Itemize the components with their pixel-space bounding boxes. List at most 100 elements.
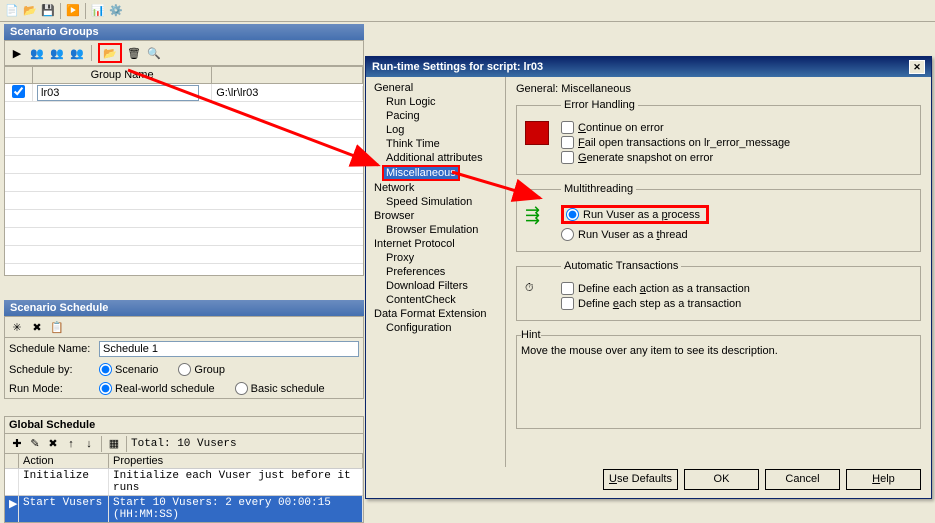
multithreading-legend: Multithreading [561,183,636,195]
scenario-schedule-title: Scenario Schedule [4,300,364,316]
add-script-icon: 📂 [102,45,118,61]
tree-browser-emulation[interactable]: Browser Emulation [366,223,505,237]
tree-log[interactable]: Log [366,123,505,137]
table-row[interactable]: G:\lr\lr03 [5,84,363,102]
open-icon[interactable]: 📂 [22,3,38,19]
help-button[interactable]: Help [846,469,921,490]
radio-scenario[interactable]: Scenario [99,363,158,376]
duplicate-schedule-icon[interactable]: 📋 [49,319,65,335]
hint-legend: Hint [521,329,541,341]
run-mode-label: Run Mode: [9,383,99,395]
group-name-input[interactable] [37,85,199,101]
tree-speed-simulation[interactable]: Speed Simulation [366,195,505,209]
new-schedule-icon[interactable]: ✳ [9,319,25,335]
tree-download-filters[interactable]: Download Filters [366,279,505,293]
play-icon[interactable]: ▶ [9,45,25,61]
settings-content: General: Miscellaneous Error Handling CC… [506,77,931,467]
new-icon[interactable]: 📄 [4,3,20,19]
vusers-icon[interactable]: 👥 [29,45,45,61]
error-handling-group: Error Handling CContinue on errorontinue… [516,99,921,175]
tree-network[interactable]: Network [366,181,505,195]
snapshot-checkbox[interactable] [561,151,574,164]
tree-internet-protocol[interactable]: Internet Protocol [366,237,505,251]
tree-proxy[interactable]: Proxy [366,251,505,265]
vusers-red-icon[interactable]: 👥 [69,45,85,61]
scenario-schedule-panel: Scenario Schedule ✳ ✖ 📋 Schedule Name: S… [4,300,364,399]
script-path-cell: G:\lr\lr03 [212,86,363,100]
remove-icon[interactable]: 🗑 [126,45,142,61]
analyze-icon[interactable]: 📊 [90,3,106,19]
grid-icon[interactable]: ▦ [106,436,122,452]
row-checkbox[interactable] [12,85,25,98]
up-icon[interactable]: ↑ [63,436,79,452]
schedule-name-label: Schedule Name: [9,343,99,355]
tree-browser[interactable]: Browser [366,209,505,223]
col-group-name: Group Name [33,67,212,83]
auto-trans-icon: ⏱ [525,282,549,306]
runtime-settings-dialog: Run-time Settings for script: lr03 ✕ Gen… [365,56,932,499]
total-vusers: Total: 10 Vusers [131,438,237,450]
dialog-title-text: Run-time Settings for script: lr03 [372,61,543,73]
col-properties: Properties [109,454,363,468]
details-icon[interactable]: 🔍 [146,45,162,61]
fail-open-checkbox[interactable] [561,136,574,149]
add-script-button[interactable]: 📂 [98,43,122,63]
table-row[interactable]: Initialize Initialize each Vuser just be… [5,468,363,495]
radio-basic[interactable]: Basic schedule [235,382,325,395]
tree-data-format[interactable]: Data Format Extension [366,307,505,321]
col-script-path [212,67,363,83]
tree-run-logic[interactable]: Run Logic [366,95,505,109]
col-action: Action [19,454,109,468]
use-defaults-button[interactable]: Use Defaults [603,469,678,490]
delete-schedule-icon[interactable]: ✖ [29,319,45,335]
error-handling-icon [525,121,549,145]
run-as-process-radio[interactable] [566,208,579,221]
step-transaction-checkbox[interactable] [561,297,574,310]
tree-preferences[interactable]: Preferences [366,265,505,279]
settings-icon[interactable]: ⚙️ [108,3,124,19]
hint-text: Move the mouse over any item to see its … [521,345,916,357]
tree-additional-attributes[interactable]: Additional attributes [366,151,505,165]
save-icon[interactable]: 💾 [40,3,56,19]
run-icon[interactable]: ▶️ [65,3,81,19]
add-action-icon[interactable]: ✚ [9,436,25,452]
global-schedule-panel: Global Schedule ✚ ✎ ✖ ↑ ↓ ▦ Total: 10 Vu… [4,416,364,523]
scenario-groups-grid: Group Name G:\lr\lr03 [4,66,364,276]
delete-action-icon[interactable]: ✖ [45,436,61,452]
close-icon[interactable]: ✕ [909,60,925,74]
down-icon[interactable]: ↓ [81,436,97,452]
tree-pacing[interactable]: Pacing [366,109,505,123]
tree-content-check[interactable]: ContentCheck [366,293,505,307]
error-handling-legend: Error Handling [561,99,638,111]
run-as-thread-radio[interactable] [561,228,574,241]
tree-general[interactable]: General [366,81,505,95]
radio-group[interactable]: Group [178,363,225,376]
content-header: General: Miscellaneous [516,83,921,95]
hint-group: Hint Move the mouse over any item to see… [516,329,921,429]
scenario-groups-title: Scenario Groups [4,24,364,40]
auto-transactions-legend: Automatic Transactions [561,260,681,272]
multithreading-icon: ⇶ [525,205,549,229]
schedule-by-label: Schedule by: [9,364,99,376]
settings-tree: General Run Logic Pacing Log Think Time … [366,77,506,467]
scenario-groups-panel: Scenario Groups ▶ 👥 👥 👥 📂 🗑 🔍 Group Name… [4,24,364,276]
schedule-toolbar: ✳ ✖ 📋 [4,316,364,338]
cancel-button[interactable]: Cancel [765,469,840,490]
vusers-blue-icon[interactable]: 👥 [49,45,65,61]
global-schedule-title: Global Schedule [5,417,363,434]
table-row[interactable]: ▶ Start Vusers Start 10 Vusers: 2 every … [5,495,363,522]
edit-action-icon[interactable]: ✎ [27,436,43,452]
radio-realworld[interactable]: Real-world schedule [99,382,215,395]
dialog-titlebar[interactable]: Run-time Settings for script: lr03 ✕ [366,57,931,77]
dialog-buttons: Use Defaults OK Cancel Help [603,469,921,490]
tree-configuration[interactable]: Configuration [366,321,505,335]
scenario-groups-toolbar: ▶ 👥 👥 👥 📂 🗑 🔍 [4,40,364,66]
schedule-name-input[interactable] [99,341,359,357]
multithreading-group: Multithreading ⇶ Run Vuser as a process … [516,183,921,252]
tree-think-time[interactable]: Think Time [366,137,505,151]
tree-miscellaneous[interactable]: Miscellaneous [382,165,460,181]
action-transaction-checkbox[interactable] [561,282,574,295]
auto-transactions-group: Automatic Transactions ⏱ Define each act… [516,260,921,321]
ok-button[interactable]: OK [684,469,759,490]
continue-on-error-checkbox[interactable] [561,121,574,134]
